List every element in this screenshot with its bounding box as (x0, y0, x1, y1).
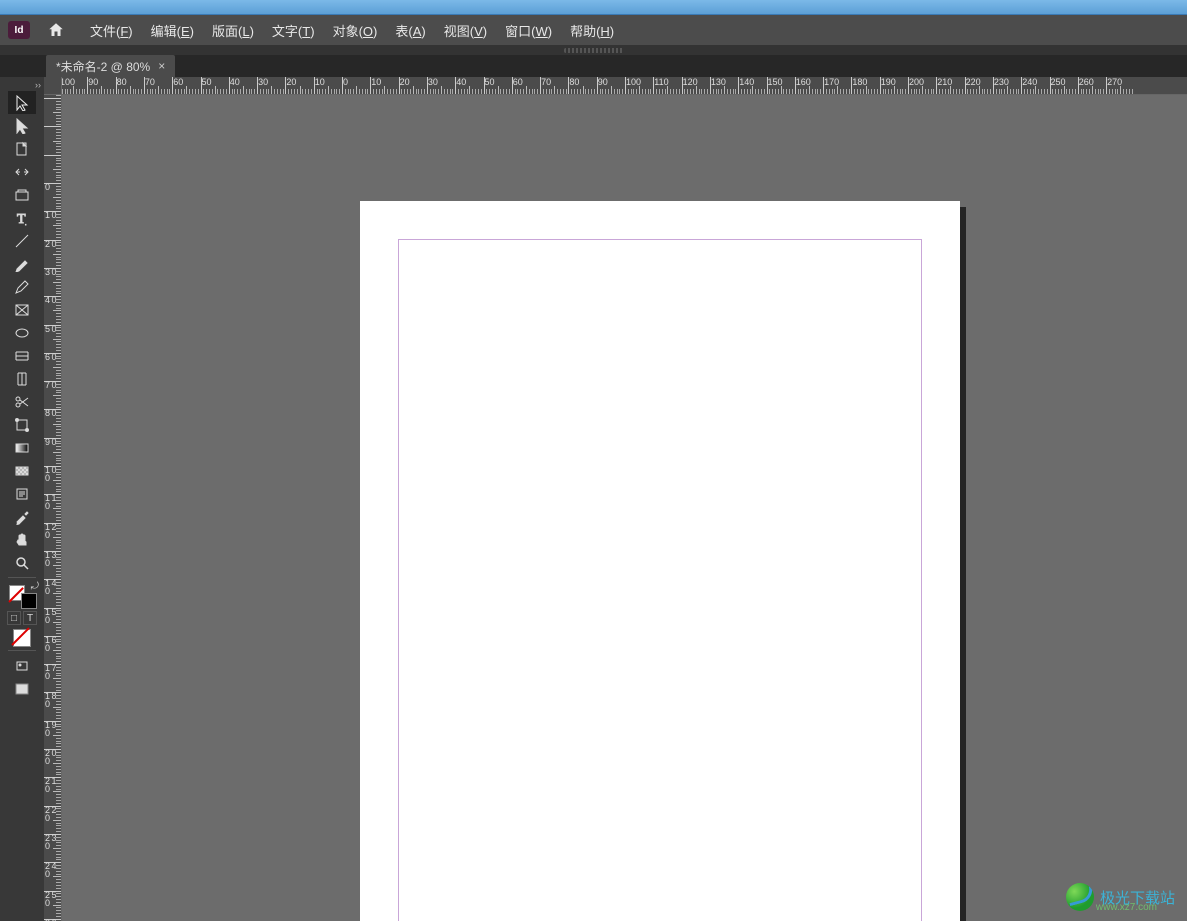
zoom-tool[interactable] (8, 551, 36, 574)
page-margin-guide (398, 239, 922, 921)
content-collector-tool[interactable] (8, 183, 36, 206)
close-icon[interactable]: × (158, 59, 165, 73)
control-bar (0, 45, 1187, 55)
vertical-ruler[interactable]: 01 02 03 04 05 06 07 08 09 01 0 01 1 01 … (44, 95, 62, 921)
page[interactable] (360, 201, 960, 921)
selection-tool[interactable] (8, 91, 36, 114)
document-tab-bar: *未命名-2 @ 80% × (0, 55, 1187, 77)
system-title-bar (0, 0, 1187, 15)
direct-selection-tool[interactable] (8, 114, 36, 137)
horizontal-ruler[interactable]: 1009080706050403020100102030405060708090… (62, 77, 1187, 95)
gradient-swatch-tool[interactable] (8, 436, 36, 459)
hand-tool[interactable] (8, 528, 36, 551)
page-tool[interactable] (8, 137, 36, 160)
menu-e[interactable]: 编辑(E) (143, 17, 202, 44)
app-badge: Id (8, 21, 30, 39)
menu-l[interactable]: 版面(L) (204, 17, 262, 44)
menu-o[interactable]: 对象(O) (325, 17, 386, 44)
ruler-origin-corner[interactable] (44, 77, 62, 95)
menu-t[interactable]: 文字(T) (264, 17, 323, 44)
view-mode-preview[interactable] (8, 677, 36, 700)
pencil-tool[interactable] (8, 275, 36, 298)
menu-v[interactable]: 视图(V) (436, 17, 495, 44)
watermark: 极光下载站 www.xz7.com (1066, 883, 1175, 911)
free-transform-tool[interactable] (8, 413, 36, 436)
menu-h[interactable]: 帮助(H) (562, 17, 622, 44)
menu-bar: Id 文件(F)编辑(E)版面(L)文字(T)对象(O)表(A)视图(V)窗口(… (0, 15, 1187, 45)
vertical-grid-tool[interactable] (8, 367, 36, 390)
menu-f[interactable]: 文件(F) (82, 17, 141, 44)
swap-fill-stroke-icon[interactable]: ⤾ (31, 581, 39, 592)
pen-tool[interactable] (8, 252, 36, 275)
menu-a[interactable]: 表(A) (387, 17, 433, 44)
watermark-text: 极光下载站 (1100, 887, 1175, 908)
home-icon[interactable] (44, 18, 68, 42)
horizontal-grid-tool[interactable] (8, 344, 36, 367)
grip-icon[interactable] (564, 48, 624, 53)
rectangle-frame-tool[interactable] (8, 298, 36, 321)
line-tool[interactable] (8, 229, 36, 252)
document-area: 1009080706050403020100102030405060708090… (44, 77, 1187, 921)
watermark-logo-icon (1066, 883, 1094, 911)
apply-none-swatch[interactable] (13, 629, 31, 647)
ellipse-tool[interactable] (8, 321, 36, 344)
panel-collapse-icon[interactable]: ›› (0, 79, 44, 91)
menu-w[interactable]: 窗口(W) (497, 17, 560, 44)
document-tab[interactable]: *未命名-2 @ 80% × (46, 55, 175, 77)
gradient-feather-tool[interactable] (8, 459, 36, 482)
type-tool[interactable]: T. (8, 206, 36, 229)
gap-tool[interactable] (8, 160, 36, 183)
watermark-subtext: www.xz7.com (1096, 902, 1157, 913)
stroke-swatch[interactable] (21, 593, 37, 609)
scissors-tool[interactable] (8, 390, 36, 413)
document-tab-title: *未命名-2 @ 80% (56, 58, 150, 75)
svg-text:.: . (25, 221, 26, 226)
view-mode-normal[interactable] (8, 654, 36, 677)
note-tool[interactable] (8, 482, 36, 505)
formatting-container-toggle[interactable]: □ (7, 611, 21, 625)
fill-stroke-swatch[interactable]: ⤾ (7, 583, 37, 609)
canvas[interactable]: 极光下载站 www.xz7.com (62, 95, 1187, 921)
tool-panel: ›› T. ⤾ □ T (0, 77, 44, 921)
formatting-text-toggle[interactable]: T (23, 611, 37, 625)
eyedropper-tool[interactable] (8, 505, 36, 528)
